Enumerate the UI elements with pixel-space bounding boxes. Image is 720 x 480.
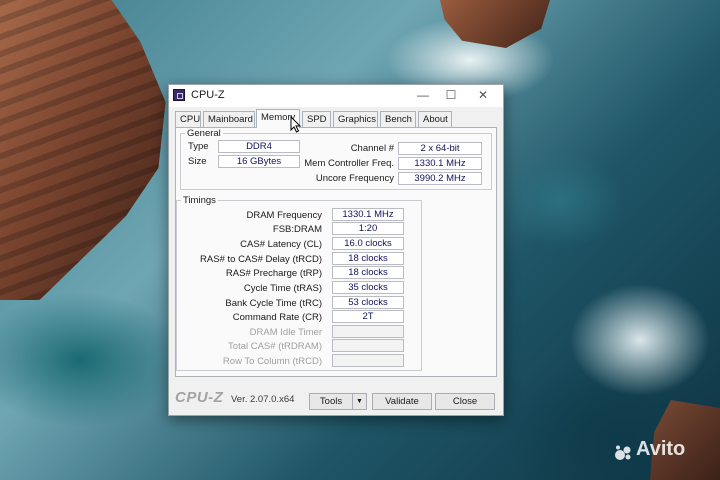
timing-value xyxy=(332,339,404,352)
timing-label: Row To Column (tRCD) xyxy=(222,356,322,367)
title-bar[interactable]: CPU-Z — ☐ ✕ xyxy=(169,85,503,107)
general-legend: General xyxy=(187,128,221,139)
mem-controller-freq-label: Mem Controller Freq. xyxy=(304,158,394,169)
timing-value: 35 clocks xyxy=(332,281,404,294)
timings-legend: Timings xyxy=(183,195,216,206)
tab-strip: CPU Mainboard Memory SPD Graphics Bench … xyxy=(175,109,497,128)
timing-label: Cycle Time (tRAS) xyxy=(243,283,322,294)
timing-label: RAS# to CAS# Delay (tRCD) xyxy=(200,254,322,265)
timing-value: 18 clocks xyxy=(332,266,404,279)
size-label: Size xyxy=(188,156,207,167)
tools-button[interactable]: Tools xyxy=(309,393,353,410)
timing-label: FSB:DRAM xyxy=(272,224,322,235)
timing-value: 2T xyxy=(332,310,404,323)
tab-spd[interactable]: SPD xyxy=(302,111,331,127)
tab-bench[interactable]: Bench xyxy=(380,111,416,127)
minimize-button[interactable]: — xyxy=(409,87,437,103)
timing-label: DRAM Frequency xyxy=(246,210,323,221)
validate-button[interactable]: Validate xyxy=(372,393,432,410)
timing-value: 1330.1 MHz xyxy=(332,208,404,221)
type-value: DDR4 xyxy=(218,140,300,153)
maximize-button[interactable]: ☐ xyxy=(437,87,465,103)
avito-logo-icon xyxy=(615,445,631,460)
timing-value: 53 clocks xyxy=(332,296,404,309)
timing-label: Total CAS# (tRDRAM) xyxy=(228,341,322,352)
close-window-button[interactable]: ✕ xyxy=(469,87,497,103)
mouse-cursor-icon xyxy=(290,116,301,133)
tab-mainboard[interactable]: Mainboard xyxy=(203,111,255,127)
timing-value: 16.0 clocks xyxy=(332,237,404,250)
timing-label: CAS# Latency (CL) xyxy=(240,239,322,250)
window-title: CPU-Z xyxy=(191,89,225,101)
tab-cpu[interactable]: CPU xyxy=(175,111,201,127)
timing-label: Bank Cycle Time (tRC) xyxy=(225,298,322,309)
background-rock-top xyxy=(440,0,550,48)
cpuz-brand-logo: CPU-Z xyxy=(175,389,224,406)
uncore-frequency-label: Uncore Frequency xyxy=(315,173,394,184)
close-button[interactable]: Close xyxy=(435,393,495,410)
mem-controller-freq-value: 1330.1 MHz xyxy=(398,157,482,170)
tools-dropdown-arrow-icon[interactable]: ▼ xyxy=(353,393,367,410)
version-label: Ver. 2.07.0.x64 xyxy=(231,394,295,405)
type-label: Type xyxy=(188,141,209,152)
timing-value xyxy=(332,325,404,338)
channel-value: 2 x 64-bit xyxy=(398,142,482,155)
channel-label: Channel # xyxy=(350,143,394,154)
avito-watermark: Avito xyxy=(636,438,686,460)
memory-panel: General Type DDR4 Size 16 GBytes Channel… xyxy=(175,127,497,377)
size-value: 16 GBytes xyxy=(218,155,300,168)
timing-label: Command Rate (CR) xyxy=(232,312,322,323)
timing-label: RAS# Precharge (tRP) xyxy=(225,268,322,279)
uncore-frequency-value: 3990.2 MHz xyxy=(398,172,482,185)
cpuz-window: CPU-Z — ☐ ✕ CPU Mainboard Memory SPD Gra… xyxy=(168,84,504,416)
timing-value: 18 clocks xyxy=(332,252,404,265)
timing-label: DRAM Idle Timer xyxy=(249,327,322,338)
cpuz-app-icon xyxy=(173,89,185,101)
timing-value: 1:20 xyxy=(332,222,404,235)
tab-about[interactable]: About xyxy=(418,111,452,127)
footer-bar: CPU-Z Ver. 2.07.0.x64 Tools ▼ Validate C… xyxy=(169,381,503,415)
background-rock-left xyxy=(0,0,166,300)
tab-graphics[interactable]: Graphics xyxy=(333,111,378,127)
timing-value xyxy=(332,354,404,367)
